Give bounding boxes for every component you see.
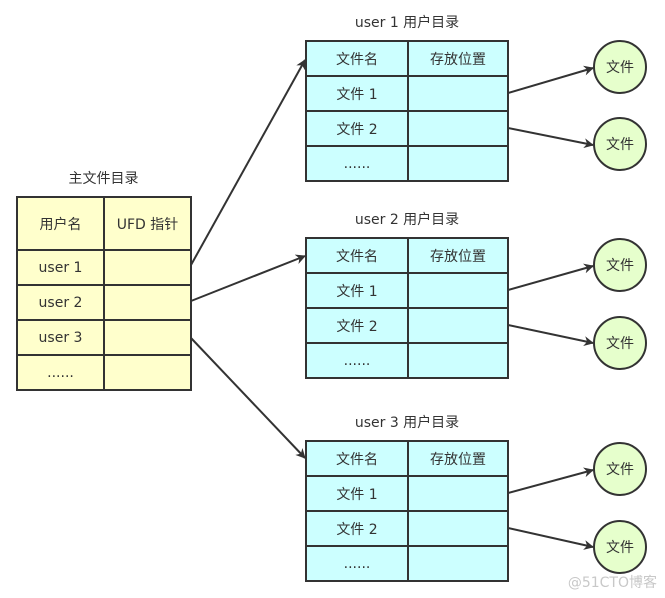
ufd2-title: user 2 用户目录	[354, 212, 460, 228]
ufd-cell-location	[407, 475, 509, 512]
ufd-cell-location	[407, 272, 509, 309]
ufd-header-row: 文件名 存放位置	[305, 237, 509, 274]
ufd-cell-filename: 文件 1	[305, 272, 409, 309]
ufd-row: 文件 1	[305, 75, 509, 112]
ufd-cell-filename: 文件 1	[305, 75, 409, 112]
ufd-cell-location	[407, 510, 509, 547]
ufd-cell-location	[407, 75, 509, 112]
mfd-row: user 1	[16, 249, 192, 286]
ufd-cell-location	[407, 145, 509, 182]
arrow-ufd3-file2	[507, 527, 594, 550]
ufd-header-location: 存放位置	[407, 237, 509, 274]
ufd-cell-filename: ......	[305, 145, 409, 182]
ufd-row: 文件 1	[305, 475, 509, 512]
file-node: 文件	[593, 117, 647, 171]
mfd-row: user 3	[16, 319, 192, 356]
arrow-ufd1-file1	[507, 65, 594, 94]
mfd-cell-user: user 2	[16, 284, 105, 321]
mfd-cell-pointer	[103, 249, 192, 286]
ufd-header-filename: 文件名	[305, 40, 409, 77]
ufd-row: 文件 2	[305, 510, 509, 547]
ufd-header-location: 存放位置	[407, 40, 509, 77]
arrow-user1-to-ufd1	[190, 59, 306, 266]
ufd-row: ......	[305, 545, 509, 582]
ufd1-title: user 1 用户目录	[354, 15, 460, 31]
ufd-header-filename: 文件名	[305, 237, 409, 274]
mfd-header-ufd-pointer: UFD 指针	[103, 196, 192, 251]
arrow-user3-to-ufd3	[190, 337, 306, 459]
mfd-cell-user: ......	[16, 354, 105, 391]
ufd-cell-filename: 文件 1	[305, 475, 409, 512]
ufd-cell-filename: 文件 2	[305, 510, 409, 547]
arrow-ufd1-file2	[507, 127, 594, 149]
mfd-table: 用户名 UFD 指针 user 1 user 2 user 3 ......	[16, 196, 192, 391]
file-node: 文件	[593, 442, 647, 496]
ufd-row: 文件 1	[305, 272, 509, 309]
watermark: @51CTO博客	[567, 575, 657, 591]
ufd-header-row: 文件名 存放位置	[305, 40, 509, 77]
ufd3-title: user 3 用户目录	[354, 415, 460, 431]
mfd-header-row: 用户名 UFD 指针	[16, 196, 192, 251]
ufd2-table: 文件名 存放位置 文件 1 文件 2 ......	[305, 237, 509, 379]
mfd-cell-pointer	[103, 319, 192, 356]
mfd-cell-user: user 3	[16, 319, 105, 356]
ufd-header-filename: 文件名	[305, 440, 409, 477]
mfd-cell-pointer	[103, 354, 192, 391]
arrow-ufd2-file1	[507, 263, 594, 291]
mfd-title: 主文件目录	[68, 171, 139, 187]
arrow-ufd3-file1	[507, 467, 594, 494]
mfd-header-username: 用户名	[16, 196, 105, 251]
mfd-row: ......	[16, 354, 192, 391]
ufd-cell-location	[407, 307, 509, 344]
arrow-ufd2-file2	[507, 324, 594, 347]
ufd-row: ......	[305, 342, 509, 379]
ufd-cell-location	[407, 342, 509, 379]
mfd-cell-pointer	[103, 284, 192, 321]
arrow-user2-to-ufd2	[190, 254, 306, 302]
ufd1-table: 文件名 存放位置 文件 1 文件 2 ......	[305, 40, 509, 182]
ufd-row: ......	[305, 145, 509, 182]
ufd-row: 文件 2	[305, 307, 509, 344]
ufd-cell-location	[407, 110, 509, 147]
ufd-cell-filename: ......	[305, 342, 409, 379]
ufd-cell-filename: ......	[305, 545, 409, 582]
mfd-row: user 2	[16, 284, 192, 321]
ufd-cell-location	[407, 545, 509, 582]
file-node: 文件	[593, 238, 647, 292]
ufd3-table: 文件名 存放位置 文件 1 文件 2 ......	[305, 440, 509, 582]
ufd-header-location: 存放位置	[407, 440, 509, 477]
mfd-cell-user: user 1	[16, 249, 105, 286]
file-node: 文件	[593, 520, 647, 574]
file-node: 文件	[593, 316, 647, 370]
ufd-cell-filename: 文件 2	[305, 110, 409, 147]
ufd-row: 文件 2	[305, 110, 509, 147]
file-node: 文件	[593, 40, 647, 94]
ufd-header-row: 文件名 存放位置	[305, 440, 509, 477]
ufd-cell-filename: 文件 2	[305, 307, 409, 344]
